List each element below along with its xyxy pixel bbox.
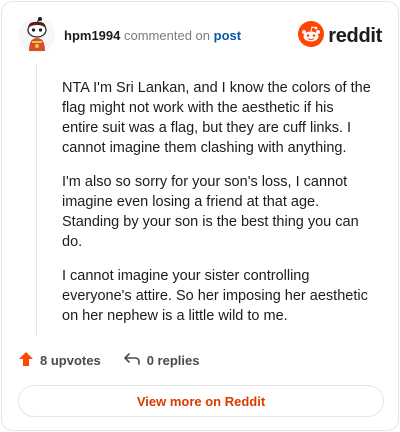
comment-actions: 8 upvotes 0 replies	[18, 348, 221, 372]
thread-line	[36, 64, 37, 336]
reply-arrow-icon	[123, 351, 141, 370]
reddit-wordmark: reddit	[328, 24, 382, 47]
reddit-brand[interactable]: reddit	[298, 20, 382, 52]
upvote-arrow-icon	[18, 351, 34, 370]
comment-paragraph: NTA I'm Sri Lankan, and I know the color…	[62, 80, 371, 156]
comment-verb: commented on	[124, 28, 210, 43]
reply-count: 0 replies	[146, 352, 200, 368]
snoo-avatar-icon[interactable]	[18, 16, 56, 54]
post-link[interactable]: post	[214, 28, 241, 43]
reply-button[interactable]: 0 replies	[123, 351, 200, 370]
view-more-button[interactable]: View more on Reddit	[18, 385, 384, 417]
username-link[interactable]: hpm1994	[64, 28, 120, 43]
comment-meta: hpm1994 commented on post	[64, 28, 241, 44]
upvote-button[interactable]: 8 upvotes	[18, 351, 101, 370]
upvote-count: 8 upvotes	[40, 352, 101, 368]
comment-embed-card: hpm1994 commented on post reddit NTA I'm…	[1, 1, 399, 431]
comment-header: hpm1994 commented on post reddit	[18, 16, 382, 56]
comment-body: NTA I'm Sri Lankan, and I know the color…	[62, 78, 372, 340]
comment-paragraph: I'm also so sorry for your son's loss, I…	[62, 174, 359, 250]
reddit-logo-icon	[298, 20, 325, 52]
comment-paragraph: I cannot imagine your sister controlling…	[62, 268, 368, 324]
